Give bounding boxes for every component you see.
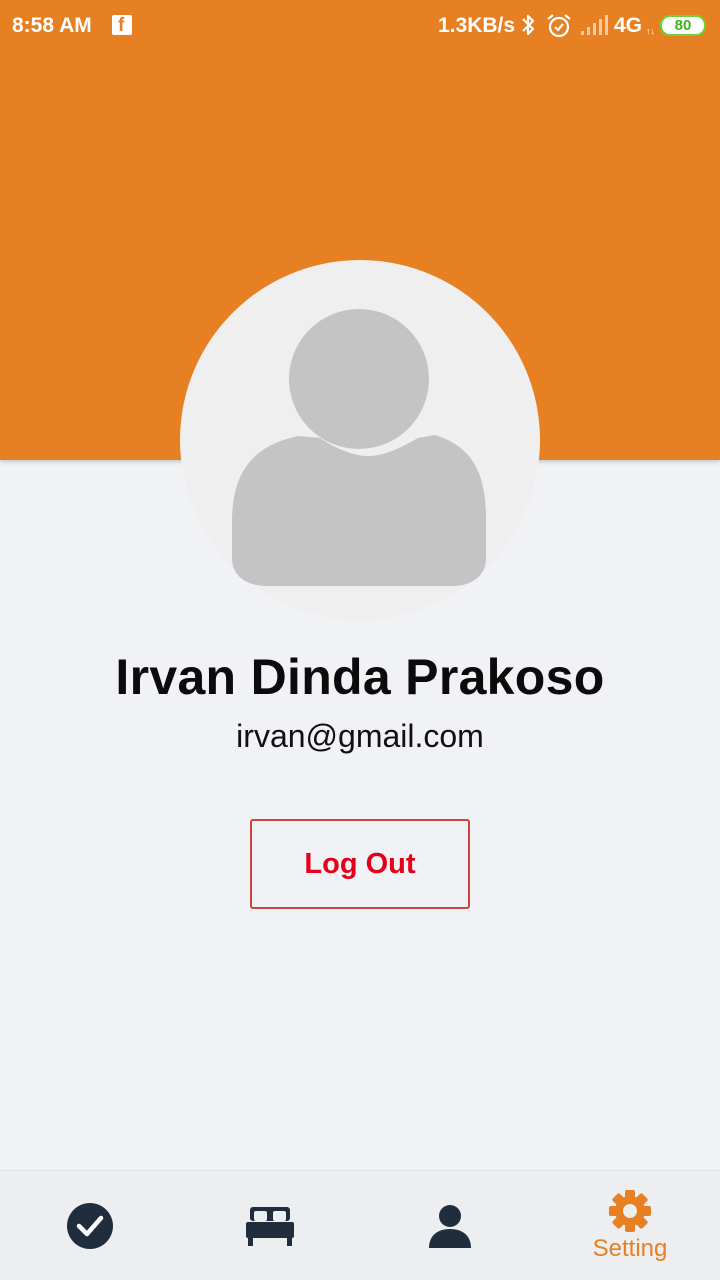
- avatar[interactable]: [180, 260, 540, 620]
- logout-button[interactable]: Log Out: [250, 819, 470, 909]
- check-circle-icon: [67, 1203, 113, 1249]
- nav-item-tasks[interactable]: [0, 1171, 180, 1280]
- status-bar: 8:58 AM f 1.3KB/s 4G ↑↓ 80: [0, 0, 720, 52]
- bed-icon: [246, 1207, 294, 1246]
- nav-item-setting[interactable]: Setting: [540, 1171, 720, 1280]
- nav-item-label: Setting: [592, 1235, 668, 1262]
- default-user-avatar-icon: [232, 309, 486, 586]
- profile-name: Irvan Dinda Prakoso: [115, 649, 605, 705]
- network-speed: 1.3KB/s: [438, 14, 516, 37]
- bottom-navigation: Setting: [0, 1170, 720, 1280]
- signal-icon: [581, 15, 608, 35]
- network-activity: ↑↓: [646, 26, 655, 36]
- network-type: 4G: [614, 14, 643, 37]
- nav-item-profile[interactable]: [360, 1171, 540, 1280]
- nav-item-rooms[interactable]: [180, 1171, 360, 1280]
- profile-email: irvan@gmail.com: [236, 718, 484, 754]
- status-time: 8:58 AM: [12, 14, 92, 37]
- gear-icon: [609, 1190, 651, 1232]
- person-icon: [429, 1205, 471, 1248]
- alarm-icon: [547, 14, 571, 38]
- bluetooth-icon: [522, 14, 535, 36]
- battery-indicator: 80: [660, 15, 706, 36]
- facebook-icon: f: [112, 15, 132, 36]
